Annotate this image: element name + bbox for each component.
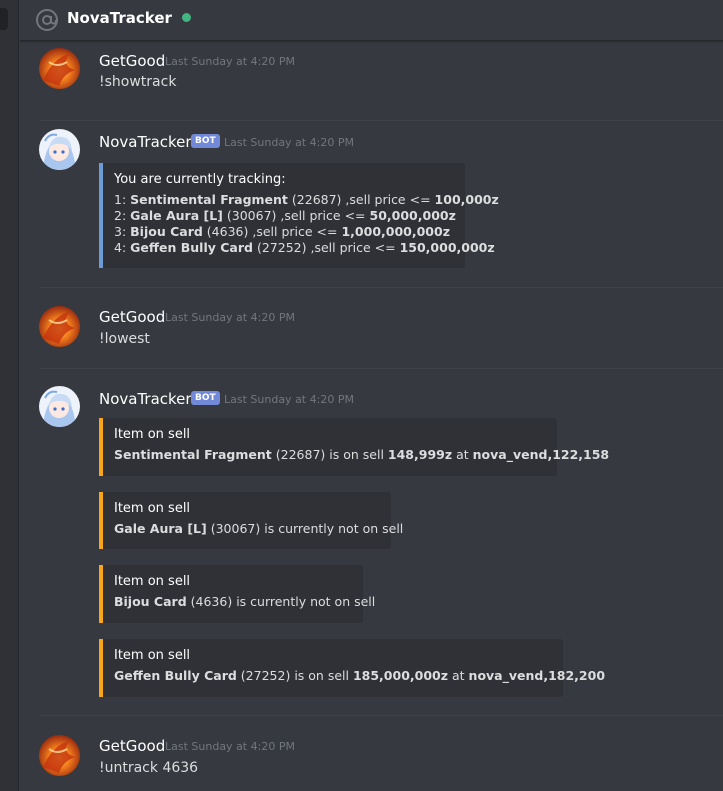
message-author[interactable]: GetGood bbox=[99, 52, 165, 70]
tracking-line: 1: Sentimental Fragment (22687) ,sell pr… bbox=[114, 192, 499, 207]
embed-title: Item on sell bbox=[114, 648, 191, 663]
bot-tag: BOT bbox=[191, 391, 220, 405]
sell-embed: Item on sell Gale Aura [L] (30067) is cu… bbox=[99, 492, 404, 549]
embed-title: Item on sell bbox=[114, 574, 191, 589]
at-sign-icon bbox=[36, 9, 58, 31]
message-author[interactable]: GetGood bbox=[99, 737, 165, 755]
sidebar-nub bbox=[0, 8, 8, 30]
avatar[interactable] bbox=[39, 386, 80, 427]
message-timestamp[interactable]: Last Sunday at 4:20 PM bbox=[224, 136, 354, 150]
user-avatar-image bbox=[39, 735, 80, 776]
message-author[interactable]: NovaTracker bbox=[99, 133, 192, 151]
bot-avatar-image bbox=[39, 129, 80, 170]
message-author[interactable]: NovaTracker bbox=[99, 390, 192, 408]
message-content: !lowest bbox=[99, 331, 150, 347]
message-timestamp[interactable]: Last Sunday at 4:20 PM bbox=[224, 393, 354, 407]
avatar[interactable] bbox=[39, 306, 80, 347]
sell-embed: Item on sell Sentimental Fragment (22687… bbox=[99, 418, 610, 476]
message-list[interactable]: GetGood Last Sunday at 4:20 PM !showtrac… bbox=[20, 41, 723, 791]
message-group: GetGood Last Sunday at 4:20 PM !untrack … bbox=[20, 716, 723, 791]
online-status-indicator bbox=[182, 13, 191, 22]
user-avatar-image bbox=[39, 48, 80, 89]
server-sidebar-edge bbox=[0, 0, 19, 791]
avatar[interactable] bbox=[39, 735, 80, 776]
channel-header: NovaTracker bbox=[20, 0, 723, 41]
embed-title: Item on sell bbox=[114, 427, 191, 442]
embed-description: Gale Aura [L] (30067) is currently not o… bbox=[114, 521, 404, 536]
tracking-line: 3: Bijou Card (4636) ,sell price <= 1,00… bbox=[114, 224, 450, 239]
tracking-embed: You are currently tracking: 1: Sentiment… bbox=[99, 163, 499, 268]
avatar[interactable] bbox=[39, 129, 80, 170]
embed-title: Item on sell bbox=[114, 501, 191, 516]
message-content: !untrack 4636 bbox=[99, 760, 199, 776]
user-avatar-image bbox=[39, 306, 80, 347]
avatar[interactable] bbox=[39, 48, 80, 89]
embed-description: Bijou Card (4636) is currently not on se… bbox=[114, 594, 376, 609]
bot-tag: BOT bbox=[191, 134, 220, 148]
message-group: NovaTracker BOT Last Sunday at 4:20 PM I… bbox=[20, 369, 723, 715]
message-timestamp[interactable]: Last Sunday at 4:20 PM bbox=[165, 311, 295, 325]
message-group: GetGood Last Sunday at 4:20 PM !lowest bbox=[20, 288, 723, 368]
tracking-line: 2: Gale Aura [L] (30067) ,sell price <= … bbox=[114, 208, 456, 223]
channel-title[interactable]: NovaTracker bbox=[67, 8, 172, 28]
message-timestamp[interactable]: Last Sunday at 4:20 PM bbox=[165, 740, 295, 754]
message-timestamp[interactable]: Last Sunday at 4:20 PM bbox=[165, 55, 295, 69]
message-author[interactable]: GetGood bbox=[99, 308, 165, 326]
message-content: !showtrack bbox=[99, 74, 177, 90]
message-group: GetGood Last Sunday at 4:20 PM !showtrac… bbox=[20, 41, 723, 119]
bot-avatar-image bbox=[39, 386, 80, 427]
sell-embed: Item on sell Bijou Card (4636) is curren… bbox=[99, 565, 376, 623]
app-window: NovaTracker GetGood Last Sunday at 4:20 … bbox=[0, 0, 723, 791]
embed-description: Geffen Bully Card (27252) is on sell 185… bbox=[114, 668, 606, 683]
tracking-line: 4: Geffen Bully Card (27252) ,sell price… bbox=[114, 240, 495, 255]
embed-title: You are currently tracking: bbox=[114, 172, 286, 187]
sell-embed: Item on sell Geffen Bully Card (27252) i… bbox=[99, 639, 606, 697]
embed-description: Sentimental Fragment (22687) is on sell … bbox=[114, 447, 610, 462]
message-group: NovaTracker BOT Last Sunday at 4:20 PM Y… bbox=[20, 121, 723, 287]
